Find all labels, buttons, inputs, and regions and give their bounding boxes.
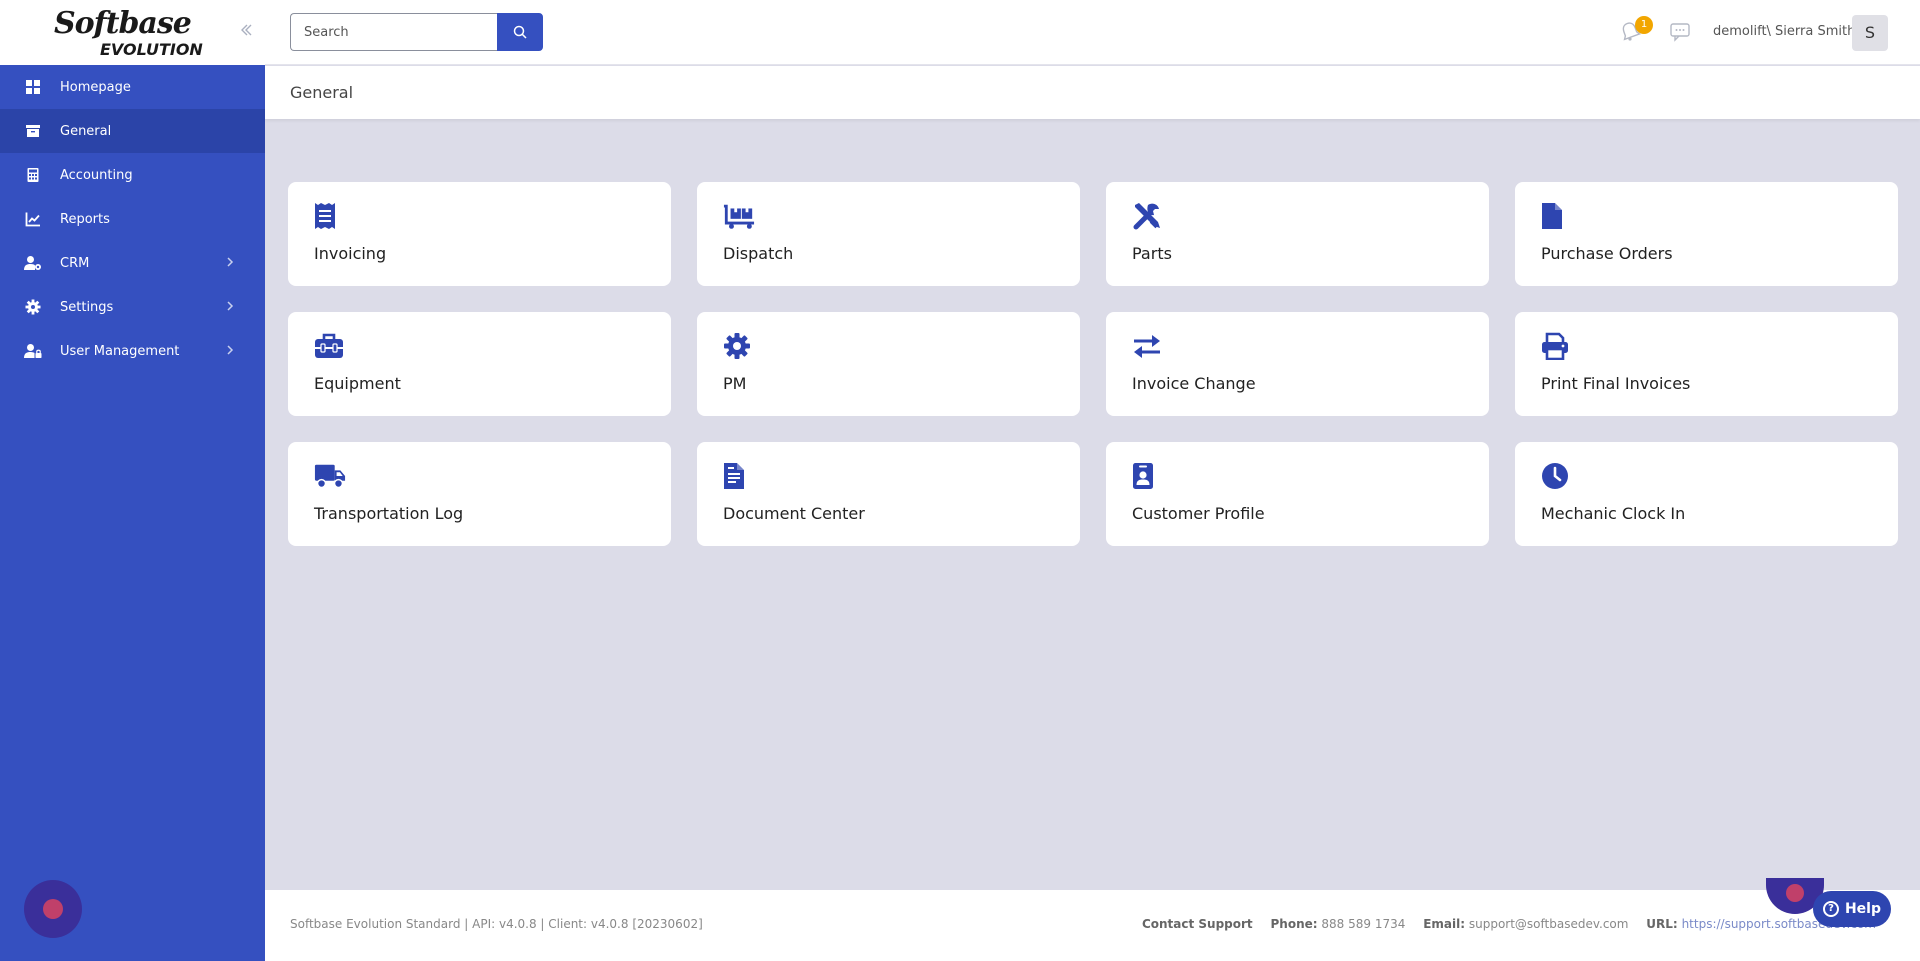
logo-area: Softbase EVOLUTION [0, 0, 265, 65]
module-card-label: Document Center [723, 504, 865, 523]
module-card-label: Print Final Invoices [1541, 374, 1691, 393]
chevron-right-icon [225, 344, 239, 358]
chat-widget-button[interactable] [24, 880, 82, 938]
module-card-invoicing[interactable]: Invoicing [288, 182, 671, 286]
file-icon [1541, 200, 1573, 232]
module-card-mechanic-clock-in[interactable]: Mechanic Clock In [1515, 442, 1898, 546]
module-card-label: Purchase Orders [1541, 244, 1673, 263]
logo-wordmark: Softbase [54, 6, 192, 41]
help-label: Help [1844, 901, 1882, 917]
user-name[interactable]: demolift\ Sierra Smith [1713, 24, 1855, 39]
users-cog-icon [24, 254, 42, 272]
assistant-widget-icon [1786, 884, 1804, 902]
email-label: Email: [1423, 917, 1466, 931]
module-card-label: Mechanic Clock In [1541, 504, 1686, 523]
notification-badge: 1 [1635, 16, 1653, 34]
clock-icon [1541, 460, 1573, 492]
sidebar-item-label: Reports [60, 211, 110, 227]
dolly-flatbed-icon [723, 200, 755, 232]
truck-icon [314, 460, 346, 492]
breadcrumb: General [265, 66, 1920, 119]
collapse-sidebar-icon[interactable] [236, 22, 256, 42]
module-card-transportation-log[interactable]: Transportation Log [288, 442, 671, 546]
receipt-icon [314, 200, 346, 232]
support-email[interactable]: support@softbasedev.com [1469, 917, 1629, 931]
top-bar: 1 demolift\ Sierra Smith S [265, 0, 1920, 65]
sidebar-item-label: User Management [60, 343, 180, 359]
phone-label: Phone: [1270, 917, 1318, 931]
sidebar-item-label: Accounting [60, 167, 133, 183]
module-card-label: Invoicing [314, 244, 387, 263]
user-lock-icon [24, 342, 42, 360]
messages-icon[interactable] [1669, 22, 1691, 42]
dashboard-icon [24, 78, 42, 96]
sidebar-item-label: General [60, 123, 112, 139]
module-card-label: Parts [1132, 244, 1172, 263]
module-card-grid: Invoicing Dispatch Parts Purchase Orders Equ… [288, 182, 1898, 546]
sidebar-item-crm[interactable]: CRM [0, 241, 265, 285]
id-badge-icon [1132, 460, 1164, 492]
module-card-invoice-change[interactable]: Invoice Change [1106, 312, 1489, 416]
archive-box-icon [24, 122, 42, 140]
contact-support-label: Contact Support [1141, 917, 1253, 931]
module-card-parts[interactable]: Parts [1106, 182, 1489, 286]
module-card-label: Customer Profile [1132, 504, 1265, 523]
gear-icon [24, 298, 42, 316]
chevron-right-icon [225, 256, 239, 270]
footer: Softbase Evolution Standard | API: v4.0.… [265, 890, 1920, 961]
sidebar: Softbase EVOLUTION Homepage General Accoun… [0, 0, 265, 961]
softbase-logo[interactable]: Softbase EVOLUTION [54, 6, 204, 60]
phone-number: 888 589 1734 [1321, 917, 1406, 931]
help-button[interactable]: ? Help [1813, 891, 1891, 927]
question-icon: ? [1822, 901, 1839, 917]
exchange-arrows-icon [1132, 330, 1164, 362]
chat-widget-icon [43, 899, 63, 919]
sidebar-item-general[interactable]: General [0, 109, 265, 153]
logo-subtitle: EVOLUTION [100, 40, 203, 59]
sidebar-item-homepage[interactable]: Homepage [0, 65, 265, 109]
sidebar-nav: Homepage General Accounting Reports CRM Setti… [0, 65, 265, 373]
chart-line-icon [24, 210, 42, 228]
module-card-pm[interactable]: PM [697, 312, 1080, 416]
module-card-label: Transportation Log [314, 504, 464, 523]
module-card-label: Equipment [314, 374, 401, 393]
search-icon [513, 25, 527, 39]
search-button[interactable] [497, 13, 543, 51]
module-card-label: PM [723, 374, 747, 393]
module-card-print-final-invoices[interactable]: Print Final Invoices [1515, 312, 1898, 416]
chevron-right-icon [225, 300, 239, 314]
sidebar-item-accounting[interactable]: Accounting [0, 153, 265, 197]
page-title: General [290, 83, 354, 102]
module-card-label: Invoice Change [1132, 374, 1256, 393]
search-input[interactable] [290, 13, 500, 51]
module-card-equipment[interactable]: Equipment [288, 312, 671, 416]
sidebar-item-reports[interactable]: Reports [0, 197, 265, 241]
module-card-dispatch[interactable]: Dispatch [697, 182, 1080, 286]
toolbox-icon [314, 330, 346, 362]
avatar[interactable]: S [1852, 15, 1888, 51]
module-card-purchase-orders[interactable]: Purchase Orders [1515, 182, 1898, 286]
gear-icon [723, 330, 755, 362]
tools-icon [1132, 200, 1164, 232]
module-card-document-center[interactable]: Document Center [697, 442, 1080, 546]
document-icon [723, 460, 755, 492]
url-label: URL: [1646, 917, 1678, 931]
sidebar-item-settings[interactable]: Settings [0, 285, 265, 329]
sidebar-item-label: Homepage [60, 79, 131, 95]
sidebar-item-label: CRM [60, 255, 90, 271]
printer-icon [1541, 330, 1573, 362]
version-info: Softbase Evolution Standard | API: v4.0.… [290, 917, 703, 931]
sidebar-item-user-management[interactable]: User Management [0, 329, 265, 373]
sidebar-item-label: Settings [60, 299, 114, 315]
module-card-label: Dispatch [723, 244, 794, 263]
calculator-icon [24, 166, 42, 184]
module-card-customer-profile[interactable]: Customer Profile [1106, 442, 1489, 546]
support-info: Contact Support Phone: 888 589 1734 Emai… [1142, 917, 1876, 931]
